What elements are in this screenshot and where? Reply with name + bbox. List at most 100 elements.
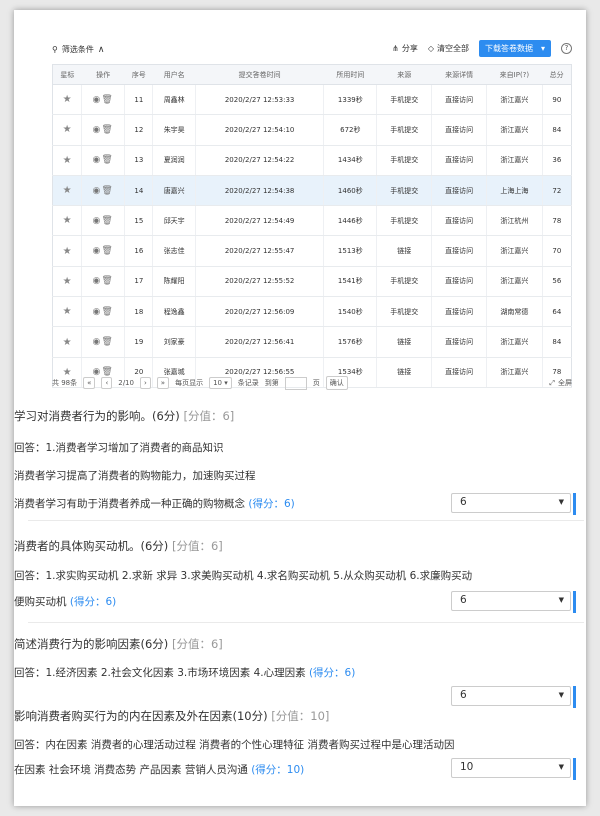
answer-text: 消费者学习有助于消费者养成一种正确的购物概念 [14, 498, 245, 510]
submit-time-cell: 2020/2/27 12:55:47 [194, 235, 324, 267]
last-page-button[interactable]: » [156, 377, 170, 389]
filter-icon: ⚲ [52, 45, 58, 54]
source-detail-cell: 直接访问 [431, 326, 487, 358]
seq-cell: 11 [124, 84, 153, 116]
seq-cell: 16 [124, 235, 153, 267]
caret-down-icon: ▼ [558, 498, 564, 506]
star-icon[interactable]: ★ [63, 155, 72, 166]
source-detail-cell: 直接访问 [431, 145, 487, 176]
duration-cell: 1446秒 [323, 205, 377, 237]
source-cell: 手机提交 [376, 114, 432, 146]
accent-bar [573, 591, 576, 613]
actions-cell: ◉🗑 [81, 114, 125, 146]
ip-cell: 浙江嘉兴 [486, 266, 543, 298]
share-label: 分享 [401, 44, 418, 53]
table-row[interactable]: ★ ◉🗑 16 张志佳 2020/2/27 12:55:47 1513秒 链接 直接访问 浙江嘉… [52, 235, 572, 267]
share-button[interactable]: ⋔ 分享 [392, 43, 418, 54]
per-page-label: 每页显示 [175, 379, 204, 387]
page-indicator: 2/10 [118, 379, 134, 387]
username-cell: 夏润润 [152, 145, 196, 176]
actions-cell: ◉🗑 [81, 205, 125, 237]
table-row[interactable]: ★ ◉🗑 17 陈耀阳 2020/2/27 12:55:52 1541秒 手机提交 直接访问浙… [52, 266, 572, 298]
star-cell[interactable]: ★ [52, 175, 82, 207]
responses-table: 星标 操作 序号 用户名 提交答卷时间 所用时间 来源 来源详情 来自IP(?) 总分 ★ ◉🗑 11… [52, 64, 572, 388]
star-icon[interactable]: ★ [63, 246, 72, 257]
score-label: [分值：10] [271, 709, 330, 723]
next-page-button[interactable]: › [139, 377, 151, 389]
actions-cell: ◉🗑 [81, 235, 125, 267]
star-icon[interactable]: ★ [63, 94, 72, 105]
star-cell[interactable]: ★ [52, 296, 82, 328]
help-icon[interactable]: ? [561, 43, 572, 54]
column-header[interactable]: 序号 [124, 64, 153, 85]
question-text: 简述消费行为的影响因素(6分) [14, 637, 169, 651]
star-icon[interactable]: ★ [63, 185, 72, 196]
score-select-4[interactable]: 10 ▼ [451, 758, 576, 780]
download-button[interactable]: 下载答卷数据 ▾ [478, 40, 551, 57]
star-cell[interactable]: ★ [52, 145, 82, 176]
star-icon[interactable]: ★ [63, 215, 72, 226]
delete-icon[interactable]: 🗑 [101, 307, 113, 317]
delete-icon[interactable]: 🗑 [101, 155, 113, 165]
table-row[interactable]: ★ ◉🗑 12 朱宇昊 2020/2/27 12:54:10 672秒 手机提交 直接访问 浙江… [52, 114, 572, 146]
confirm-button[interactable]: 确认 [325, 376, 348, 390]
ip-cell: 浙江嘉兴 [486, 326, 543, 358]
score-select-3[interactable]: 6 ▼ [451, 686, 576, 708]
ip-cell: 浙江嘉兴 [486, 235, 543, 267]
table-row[interactable]: ★ ◉🗑 18 程逸鑫 2020/2/27 12:56:09 1540秒 手机提交 直接访问湖… [52, 296, 572, 328]
goto-page-input[interactable] [284, 376, 307, 390]
table-row[interactable]: ★ ◉🗑 13 夏润润 2020/2/27 12:54:22 1434秒 手机提交 直接访问浙… [52, 145, 572, 176]
ip-cell: 浙江杭州 [486, 205, 543, 237]
duration-cell: 1576秒 [323, 326, 377, 358]
filter-toggle[interactable]: ⚲ 筛选条件 ∧ [52, 44, 104, 55]
source-detail-cell: 直接访问 [431, 114, 487, 146]
source-cell: 手机提交 [376, 145, 432, 176]
column-header: 来源 [376, 64, 432, 85]
delete-icon[interactable]: 🗑 [101, 246, 113, 256]
earned-score: (得分：10) [251, 764, 305, 776]
star-icon[interactable]: ★ [63, 276, 72, 287]
star-cell[interactable]: ★ [52, 205, 82, 237]
score-select-2[interactable]: 6 ▼ [451, 591, 576, 613]
total-score-cell: 72 [541, 175, 572, 207]
total-score-cell: 56 [541, 266, 572, 298]
star-cell[interactable]: ★ [52, 326, 82, 358]
delete-icon[interactable]: 🗑 [101, 186, 113, 196]
column-header: 提交答卷时间 [195, 64, 324, 85]
question-title-3: 简述消费行为的影响因素(6分) [分值：6] [14, 636, 223, 652]
submit-time-cell: 2020/2/27 12:56:41 [194, 326, 324, 358]
filter-label: 筛选条件 [61, 45, 94, 54]
caret-down-icon: ▼ [558, 763, 564, 771]
delete-icon[interactable]: 🗑 [101, 216, 113, 226]
per-page-select[interactable]: 10 ▾ [209, 377, 232, 389]
star-icon[interactable]: ★ [63, 306, 72, 317]
table-row[interactable]: ★ ◉🗑 19 刘家豪 2020/2/27 12:56:41 1576秒 链接 直接访问 浙江嘉… [52, 326, 572, 358]
delete-icon[interactable]: 🗑 [101, 95, 113, 105]
table-row[interactable]: ★ ◉🗑 14 唐嘉兴 2020/2/27 12:54:38 1460秒 手机提交 直接访问上… [52, 175, 572, 207]
star-icon[interactable]: ★ [63, 124, 72, 135]
ip-cell: 上海上海 [486, 175, 543, 207]
source-cell: 链接 [376, 235, 432, 267]
score-select-1[interactable]: 6 ▼ [451, 493, 576, 515]
delete-icon[interactable]: 🗑 [101, 125, 113, 135]
submit-time-cell: 2020/2/27 12:55:52 [194, 266, 324, 298]
score-select-value: 6 [460, 594, 467, 606]
fullscreen-button[interactable]: ⤢ 全屏 [549, 378, 572, 388]
star-cell[interactable]: ★ [52, 235, 82, 267]
clear-all-button[interactable]: ◇ 清空全部 [428, 43, 469, 54]
prev-page-button[interactable]: ‹ [101, 377, 113, 389]
table-row[interactable]: ★ ◉🗑 15 邱天宇 2020/2/27 12:54:49 1446秒 手机提交 直接访问浙… [52, 205, 572, 237]
star-icon[interactable]: ★ [63, 337, 72, 348]
per-page-value: 10 [213, 379, 223, 387]
page-unit-label: 页 [312, 379, 320, 387]
star-cell[interactable]: ★ [52, 266, 82, 298]
star-cell[interactable]: ★ [52, 84, 82, 116]
delete-icon[interactable]: 🗑 [101, 276, 113, 286]
table-row[interactable]: ★ ◉🗑 11 周鑫林 2020/2/27 12:53:33 1339秒 手机提交 直接访问浙… [52, 84, 572, 116]
actions-cell: ◉🗑 [81, 84, 125, 116]
first-page-button[interactable]: « [83, 377, 96, 389]
username-cell: 张志佳 [152, 235, 196, 267]
delete-icon[interactable]: 🗑 [101, 337, 113, 347]
table-toolbar: ⚲ 筛选条件 ∧ ⋔ 分享 ◇ 清空全部 下载答卷数据 ▾ ? [52, 40, 572, 60]
star-cell[interactable]: ★ [52, 114, 82, 146]
